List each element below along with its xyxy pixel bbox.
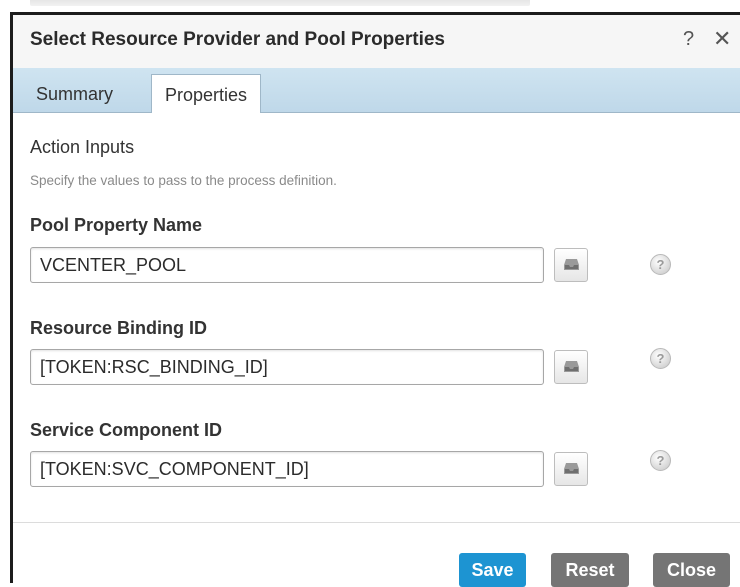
tab-summary[interactable]: Summary (23, 74, 126, 112)
service-component-id-help-icon[interactable]: ? (650, 450, 671, 471)
tab-properties[interactable]: Properties (151, 74, 262, 113)
tray-icon (564, 360, 579, 373)
background-page-title (30, 0, 530, 6)
dialog-help-icon[interactable]: ? (683, 28, 694, 51)
tab-strip: Summary Properties (13, 68, 740, 113)
service-component-id-label: Service Component ID (30, 420, 223, 440)
dialog-titlebar: Select Resource Provider and Pool Proper… (13, 15, 740, 68)
background-page (0, 0, 740, 12)
dialog-close-icon[interactable]: ✕ (713, 26, 731, 52)
dialog-title: Select Resource Provider and Pool Proper… (30, 29, 445, 50)
resource-binding-id-help-icon[interactable]: ? (650, 348, 671, 369)
tray-icon (564, 258, 579, 271)
service-component-id-input[interactable] (30, 451, 544, 487)
pool-property-name-label: Pool Property Name (30, 215, 203, 235)
resource-binding-id-picker-button[interactable] (554, 350, 588, 384)
close-button[interactable]: Close (653, 553, 730, 587)
service-component-id-picker-button[interactable] (554, 452, 588, 486)
resource-binding-id-input[interactable] (30, 349, 544, 385)
section-title: Action Inputs (30, 137, 135, 157)
pool-property-name-help-icon[interactable]: ? (650, 254, 671, 275)
footer-divider (13, 522, 740, 523)
resource-binding-id-label: Resource Binding ID (30, 318, 208, 338)
pool-property-name-input[interactable] (30, 247, 544, 283)
tray-icon (564, 462, 579, 475)
section-description: Specify the values to pass to the proces… (30, 173, 337, 188)
resource-provider-dialog: Select Resource Provider and Pool Proper… (10, 12, 740, 587)
pool-property-name-picker-button[interactable] (554, 248, 588, 282)
save-button[interactable]: Save (459, 553, 526, 587)
reset-button[interactable]: Reset (551, 553, 629, 587)
